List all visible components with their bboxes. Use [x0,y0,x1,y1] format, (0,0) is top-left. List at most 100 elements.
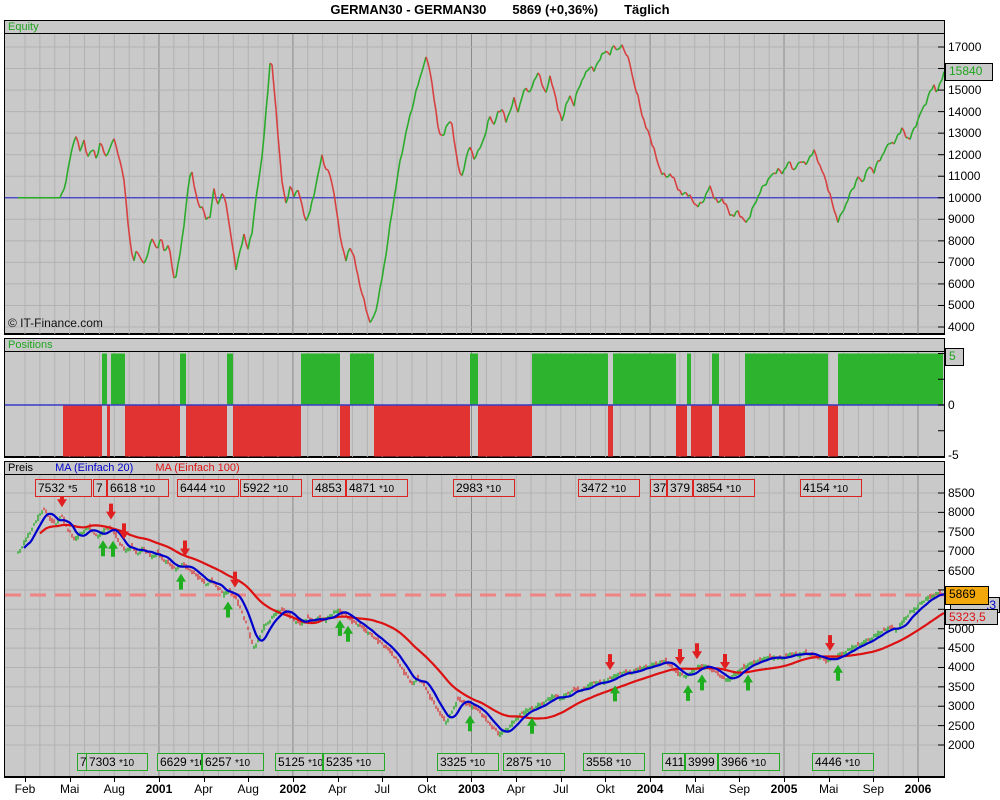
equity-axis-tick: 10000 [948,191,982,205]
price-axis-tick: 3000 [948,699,975,713]
price-axis-tick: 7000 [948,544,975,558]
sell-price-label: 4853 [312,479,346,497]
positions-header: Positions [5,339,944,352]
sell-price-label: 379 [667,479,693,497]
sell-price-label: 3854 *10 [693,479,755,497]
positions-plot[interactable] [5,352,944,457]
equity-axis-tick: 15000 [948,83,982,97]
preis-label: Preis [8,462,34,474]
x-axis-tick [203,778,205,782]
sell-price-label: 7 [93,479,107,497]
buy-price-label: 2875 *10 [503,753,565,771]
sell-price-label: 37 [650,479,667,497]
price-header: Preis MA (Einfach 20) MA (Einfach 100) [5,462,944,475]
quantity-multiplier: *10 [470,758,486,769]
x-axis-tick [650,778,652,782]
equity-current-value-box: 15840 [945,63,993,81]
equity-axis-tick: 5000 [948,298,975,312]
equity-axis-tick: 11000 [948,169,981,183]
positions-label: Positions [8,339,53,351]
x-axis-tick [69,778,71,782]
quantity-multiplier: *10 [616,758,632,769]
instrument-name: GERMAN30 - GERMAN30 [330,2,487,17]
price-axis-tick: 8500 [948,486,975,500]
buy-arrow-icon [343,625,353,642]
sell-price-label: 2983 *10 [453,479,515,497]
x-axis-tick [739,778,741,782]
price-current-value-box: 5869 [945,586,989,605]
x-axis-tick [25,778,26,782]
equity-plot[interactable] [5,34,944,334]
chart-window: GERMAN30 - GERMAN30 5869 (+0,36%) Täglich … [0,0,1000,800]
price-axis-tick: 7500 [948,525,975,539]
equity-label: Equity [8,21,39,33]
positions-current-value-box: 5 [945,348,964,366]
quantity-multiplier: *10 [536,758,552,769]
price-axis-tick: 4500 [948,641,975,655]
buy-price-label: 6257 *10 [202,753,264,771]
quantity-multiplier: *10 [235,758,251,769]
price-axis-tick: 6500 [948,564,975,578]
price-axis-tick: 2000 [948,738,975,752]
x-axis-tick [560,778,562,782]
buy-price-label: 3558 *10 [583,753,645,771]
price-axis-tick: 4000 [948,660,975,674]
equity-axis-tick: 12000 [948,148,982,162]
x-axis-tick [784,778,786,782]
x-axis-tick [605,778,607,782]
price-axis-tick: 3500 [948,680,975,694]
quantity-multiplier: *10 [833,484,849,495]
x-axis-tick [873,778,875,782]
buy-price-label: 411 [662,753,685,771]
quote-value: 5869 (+0,36%) [512,2,599,17]
x-axis-tick [471,778,473,782]
x-axis-tick [337,778,339,782]
buy-price-label: 5235 *10 [323,753,385,771]
buy-arrow-icon [108,540,118,557]
x-axis-tick [248,778,250,782]
x-axis-label: 2006 [904,782,932,796]
sell-price-label: 3472 *10 [578,479,640,497]
chart-title: GERMAN30 - GERMAN30 5869 (+0,36%) Täglich [0,0,1000,19]
ma100-legend: MA (Einfach 100) [155,462,240,474]
quantity-multiplier: *10 [611,484,627,495]
buy-price-label: 3999 [685,753,718,771]
x-axis-tick [382,778,384,782]
equity-axis-tick: 14000 [948,105,982,119]
equity-axis-tick: 17000 [948,40,982,54]
ma100-value-box: 5323,5 [945,609,998,625]
x-axis-tick [292,778,294,782]
x-axis-tick [694,778,696,782]
buy-arrow-icon [527,717,537,734]
quantity-multiplier: *10 [751,758,767,769]
buy-arrow-icon [223,601,233,618]
x-axis-tick [828,778,830,782]
equity-axis-tick: 7000 [948,255,975,269]
x-axis-tick [426,778,428,782]
buy-arrow-icon [697,674,707,691]
sell-price-label: 4154 *10 [800,479,862,497]
quantity-multiplier: *10 [379,484,395,495]
sell-price-label: 5922 *10 [240,479,302,497]
equity-axis-tick: 4000 [948,320,975,334]
sell-price-label: 6618 *10 [107,479,169,497]
x-axis-tick [158,778,160,782]
buy-arrow-icon [465,715,475,732]
quantity-multiplier: *10 [356,758,372,769]
price-axis-tick: 2500 [948,719,975,733]
quantity-multiplier: *10 [726,484,742,495]
sell-price-label: 7532 *5 [35,479,92,497]
quantity-multiplier: *10 [190,758,201,769]
quantity-multiplier: *10 [210,484,226,495]
price-plot[interactable] [5,475,944,776]
price-axis-tick: 8000 [948,505,975,519]
quantity-multiplier: *10 [140,484,156,495]
buy-arrow-icon [176,573,186,590]
buy-arrow-icon [743,674,753,691]
watermark: © IT-Finance.com [8,316,103,330]
positions-axis-tick: 0 [948,398,955,412]
buy-price-label: 7303 *10 [86,753,148,771]
buy-price-label: 3325 *10 [437,753,499,771]
equity-axis-tick: 6000 [948,277,975,291]
buy-price-label: 3966 *10 [718,753,780,771]
